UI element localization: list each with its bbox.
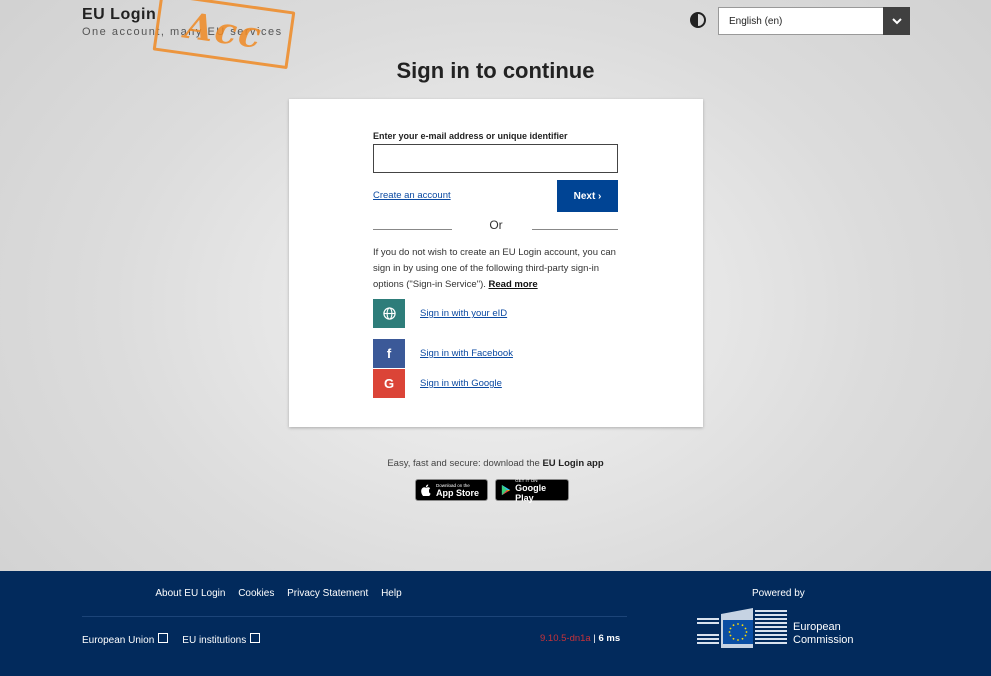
language-select[interactable]: English (en) [718, 7, 910, 35]
ec-logo-text: European Commission [793, 621, 854, 647]
create-account-link[interactable]: Create an account [373, 190, 451, 201]
email-label: Enter your e-mail address or unique iden… [373, 131, 568, 141]
footer-links: About EU Login Cookies Privacy Statement… [0, 588, 557, 599]
footer-divider [82, 616, 627, 617]
footer-link-cookies[interactable]: Cookies [238, 588, 274, 599]
next-button[interactable]: Next › [557, 180, 618, 212]
page-title: Sign in to continue [396, 58, 595, 83]
ec-line1: European [793, 621, 841, 633]
eu-institutions-link[interactable]: EU institutions [182, 633, 261, 646]
app-name: EU Login app [542, 458, 604, 469]
app-store-label: Download on the App Store [436, 483, 479, 498]
signin-eid[interactable]: Sign in with your eID [373, 299, 507, 328]
globe-icon [373, 299, 405, 328]
external-link-icon [158, 633, 169, 643]
external-link-icon [250, 633, 261, 643]
app-store-badge[interactable]: Download on the App Store [415, 479, 488, 501]
language-selected: English (en) [729, 15, 783, 27]
google-play-badge[interactable]: GET IT ON Google Play [495, 478, 569, 503]
european-union-label: European Union [82, 635, 155, 646]
google-icon: G [373, 369, 405, 398]
footer-link-about[interactable]: About EU Login [155, 588, 225, 599]
email-input[interactable] [373, 144, 618, 173]
response-time: 6 ms [598, 633, 621, 644]
signin-facebook[interactable]: f Sign in with Facebook [373, 339, 513, 368]
footer-link-help[interactable]: Help [381, 588, 402, 599]
or-label: Or [489, 218, 503, 232]
app-store-big: App Store [436, 487, 480, 498]
eu-institutions-label: EU institutions [182, 635, 247, 646]
signin-facebook-link[interactable]: Sign in with Facebook [420, 348, 513, 359]
powered-by-label: Powered by [752, 588, 805, 599]
google-play-big: Google Play [515, 482, 547, 503]
version-info: 9.10.5-dn1a | 6 ms [540, 633, 621, 644]
footer-bottom-links: European Union EU institutions [82, 633, 261, 646]
chevron-down-icon [891, 18, 902, 25]
login-card: Enter your e-mail address or unique iden… [289, 99, 703, 427]
app-promo: Easy, fast and secure: download the EU L… [0, 458, 991, 469]
signin-eid-link[interactable]: Sign in with your eID [420, 308, 507, 319]
version-number: 9.10.5-dn1a [540, 633, 591, 644]
language-dropdown-button[interactable] [883, 7, 910, 35]
apple-icon [421, 484, 431, 496]
signin-google[interactable]: G Sign in with Google [373, 369, 502, 398]
facebook-icon: f [373, 339, 405, 368]
ec-line2: Commission [793, 634, 854, 646]
third-party-info: If you do not wish to create an EU Login… [373, 245, 623, 293]
or-divider-right [532, 229, 618, 230]
contrast-toggle-icon[interactable] [690, 12, 706, 28]
footer: About EU Login Cookies Privacy Statement… [0, 571, 991, 676]
read-more-link[interactable]: Read more [489, 279, 538, 290]
app-promo-text: Easy, fast and secure: download the [387, 458, 543, 469]
google-play-label: GET IT ON Google Play [515, 478, 563, 503]
google-play-icon [501, 484, 511, 496]
signin-google-link[interactable]: Sign in with Google [420, 378, 502, 389]
footer-link-privacy[interactable]: Privacy Statement [287, 588, 368, 599]
european-union-link[interactable]: European Union [82, 633, 169, 646]
